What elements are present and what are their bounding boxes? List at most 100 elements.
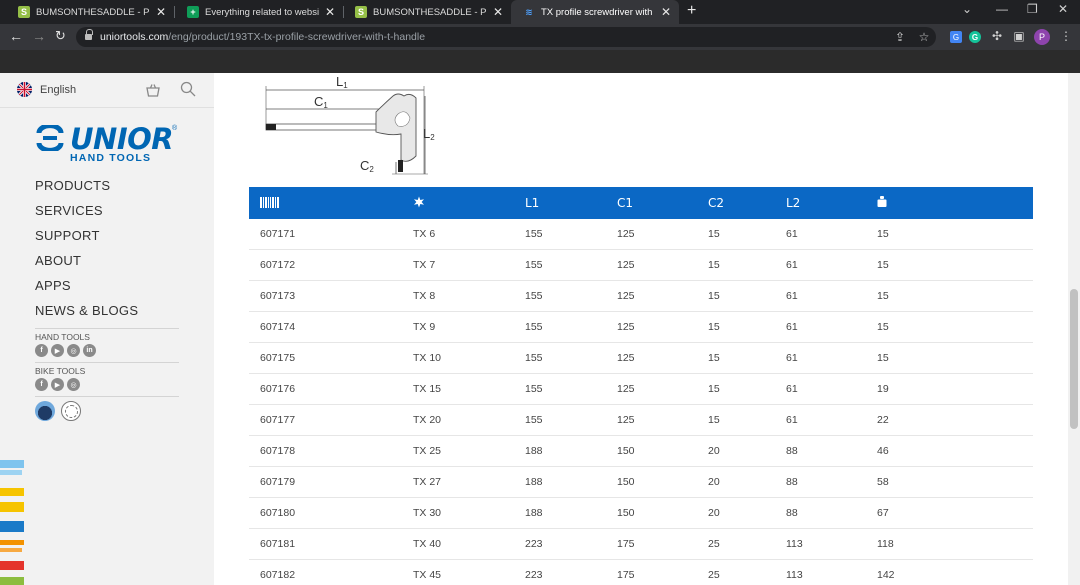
tab-search-icon[interactable]: ⌄	[962, 2, 972, 16]
nav-news-blogs[interactable]: NEWS & BLOGS	[35, 303, 138, 328]
sheets-icon: +	[187, 6, 199, 18]
reload-icon[interactable]: ↻	[55, 28, 66, 44]
table-row: 607172 TX 7 155 125 15 61 15	[249, 250, 1033, 281]
logo-subtitle: HAND TOOLS	[70, 152, 152, 164]
nav-services[interactable]: SERVICES	[35, 203, 138, 228]
table-cell: 188	[525, 476, 543, 488]
table-cell: 150	[617, 476, 635, 488]
sidebar: English UNIOR ® HAND TOOLS PRODUCTS SERV…	[0, 73, 214, 585]
restore-icon[interactable]: ❐	[1027, 2, 1038, 16]
close-tab-icon[interactable]: ✕	[661, 5, 671, 19]
table-cell: TX 25	[413, 445, 442, 457]
table-cell: 25	[708, 569, 720, 581]
browser-tab-1[interactable]: S BUMSONTHESADDLE - Products ✕	[6, 0, 174, 24]
close-tab-icon[interactable]: ✕	[156, 5, 166, 19]
shopping-basket-icon[interactable]	[145, 82, 161, 98]
facebook-icon[interactable]: f	[35, 344, 48, 357]
youtube-icon[interactable]: ▶	[51, 378, 64, 391]
hand-tools-label: HAND TOOLS	[35, 332, 90, 342]
share-icon[interactable]: ⇪	[892, 29, 908, 45]
star-icon	[414, 196, 424, 208]
uk-flag-icon[interactable]	[17, 82, 32, 97]
profile-avatar[interactable]: P	[1034, 29, 1050, 45]
table-cell: 15	[877, 259, 889, 271]
table-cell: 607173	[260, 290, 296, 302]
google-translate-icon[interactable]: G	[950, 31, 962, 43]
table-cell: 125	[617, 414, 635, 426]
table-cell: 155	[525, 414, 543, 426]
table-row: 607173 TX 8 155 125 15 61 15	[249, 281, 1033, 312]
tab-title: TX profile screwdriver with T-han	[541, 6, 655, 18]
nav-support[interactable]: SUPPORT	[35, 228, 138, 253]
table-cell: 607171	[260, 228, 296, 240]
new-tab-icon[interactable]: +	[687, 2, 696, 20]
table-cell: 15	[708, 259, 720, 271]
nav-apps[interactable]: APPS	[35, 278, 138, 303]
column-header-l1: L1	[525, 196, 540, 210]
bike-wheel-app-icon[interactable]	[61, 401, 81, 421]
table-cell: 125	[617, 290, 635, 302]
browser-tab-2[interactable]: + Everything related to website up ✕	[175, 0, 343, 24]
address-bar[interactable]: uniortools.com/eng/product/193TX-tx-prof…	[76, 27, 936, 47]
lock-icon	[85, 29, 93, 41]
nav-about[interactable]: ABOUT	[35, 253, 138, 278]
logo-wordmark: UNIOR	[70, 122, 174, 156]
unior-icon: ≋	[525, 6, 533, 17]
table-cell: 15	[877, 352, 889, 364]
back-icon[interactable]: ←	[9, 28, 23, 44]
side-panel-icon[interactable]: ▣	[1011, 28, 1027, 44]
browser-tab-3[interactable]: S BUMSONTHESADDLE - Products ✕	[343, 0, 511, 24]
minimize-icon[interactable]: —	[996, 2, 1008, 16]
youtube-icon[interactable]: ▶	[51, 344, 64, 357]
close-tab-icon[interactable]: ✕	[325, 5, 335, 19]
weight-icon	[877, 196, 887, 207]
instagram-icon[interactable]: ◎	[67, 344, 80, 357]
browser-toolbar: ← → ↻ uniortools.com/eng/product/193TX-t…	[0, 24, 1080, 50]
divider	[35, 328, 179, 329]
browser-tab-strip: S BUMSONTHESADDLE - Products ✕ + Everyth…	[0, 0, 1080, 24]
table-cell: 113	[786, 538, 803, 550]
linkedin-icon[interactable]: in	[83, 344, 96, 357]
table-cell: TX 8	[413, 290, 436, 302]
hand-tools-app-icon[interactable]	[35, 401, 55, 421]
instagram-icon[interactable]: ◎	[67, 378, 80, 391]
bookmark-star-icon[interactable]: ☆	[916, 29, 932, 45]
table-cell: 15	[708, 228, 720, 240]
svg-text:L1: L1	[336, 74, 348, 90]
table-cell: 20	[708, 476, 720, 488]
divider	[35, 362, 179, 363]
table-cell: 61	[786, 228, 798, 240]
table-cell: 58	[877, 476, 889, 488]
product-variants-table: L1 C1 C2 L2 607171 TX 6 155 125 15 61 15 60717…	[249, 187, 1033, 585]
close-tab-icon[interactable]: ✕	[493, 5, 503, 19]
forward-icon[interactable]: →	[32, 28, 46, 44]
svg-text:C2: C2	[360, 158, 374, 174]
table-cell: 22	[877, 414, 889, 426]
table-cell: 155	[525, 259, 543, 271]
table-cell: 20	[708, 507, 720, 519]
extensions-puzzle-icon[interactable]: ✣	[989, 28, 1005, 44]
language-bar: English	[0, 73, 214, 108]
table-cell: TX 30	[413, 507, 442, 519]
table-row: 607177 TX 20 155 125 15 61 22	[249, 405, 1033, 436]
scrollbar-thumb[interactable]	[1070, 289, 1078, 429]
language-selector[interactable]: English	[40, 84, 76, 96]
search-icon[interactable]	[180, 81, 196, 97]
grammarly-icon[interactable]: G	[969, 31, 981, 43]
nav-products[interactable]: PRODUCTS	[35, 178, 138, 203]
table-cell: 175	[617, 538, 635, 550]
shopify-icon: S	[355, 6, 367, 18]
table-row: 607181 TX 40 223 175 25 113 118	[249, 529, 1033, 560]
table-cell: 607174	[260, 321, 296, 333]
table-cell: 15	[877, 321, 889, 333]
table-cell: 25	[708, 538, 720, 550]
browser-tab-4-active[interactable]: ≋ TX profile screwdriver with T-han ✕	[511, 0, 679, 24]
table-cell: 188	[525, 445, 543, 457]
facebook-icon[interactable]: f	[35, 378, 48, 391]
unior-logo[interactable]: UNIOR ® HAND TOOLS	[35, 124, 185, 164]
menu-kebab-icon[interactable]: ⋮	[1058, 28, 1074, 44]
page-scrollbar[interactable]	[1068, 73, 1080, 585]
table-cell: 46	[877, 445, 889, 457]
table-cell: 19	[877, 383, 889, 395]
close-window-icon[interactable]: ✕	[1058, 2, 1068, 16]
